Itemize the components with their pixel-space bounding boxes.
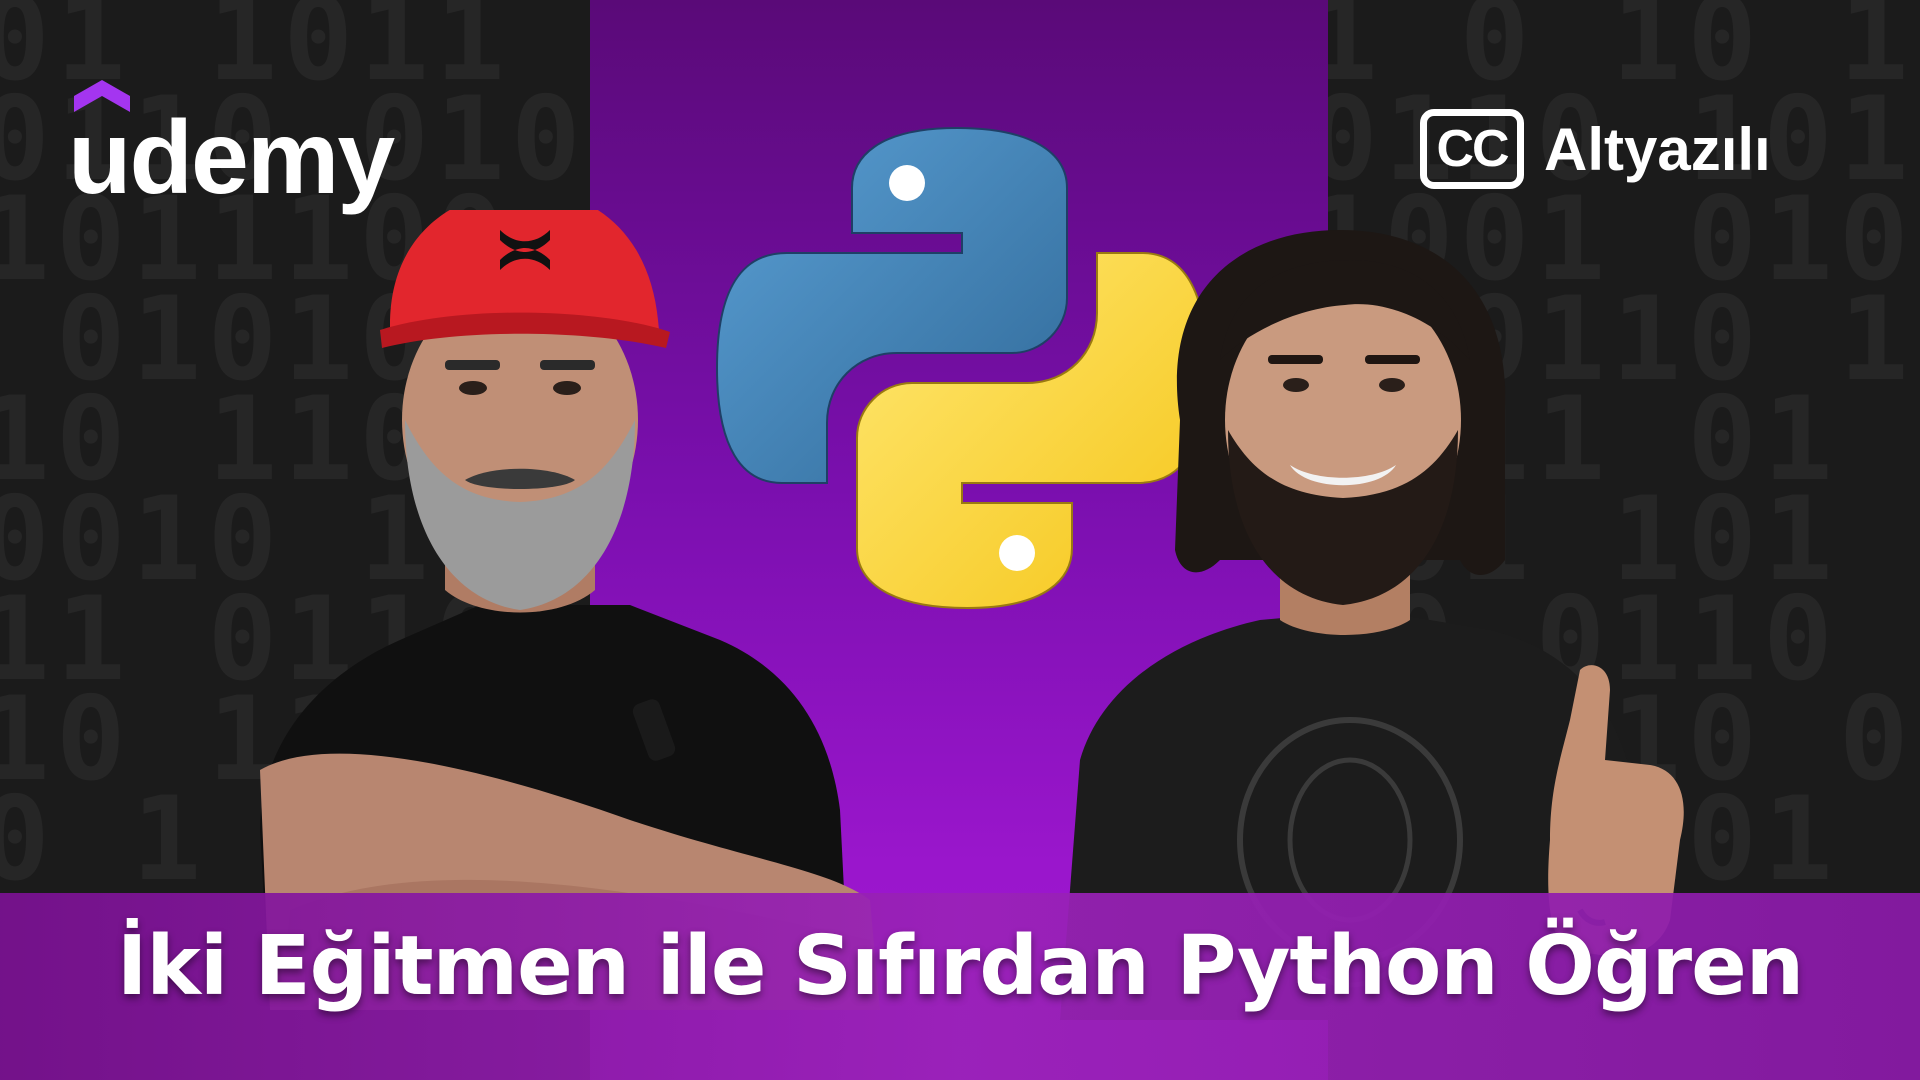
course-thumbnail: 01 1011 01 0110 010110 1011100 01 01010 … xyxy=(0,0,1920,1080)
udemy-wordmark: udemy xyxy=(68,100,395,216)
subtitles-label: Altyazılı xyxy=(1544,115,1771,183)
udemy-logo: udemy xyxy=(68,80,448,230)
subtitles-badge: CC Altyazılı xyxy=(1420,104,1771,194)
closed-captions-icon: CC xyxy=(1420,109,1524,189)
instructor-left-photo xyxy=(260,210,880,1010)
course-title: İki Eğitmen ile Sıfırdan Python Öğren xyxy=(116,919,1804,1014)
python-eye-top xyxy=(889,165,925,201)
